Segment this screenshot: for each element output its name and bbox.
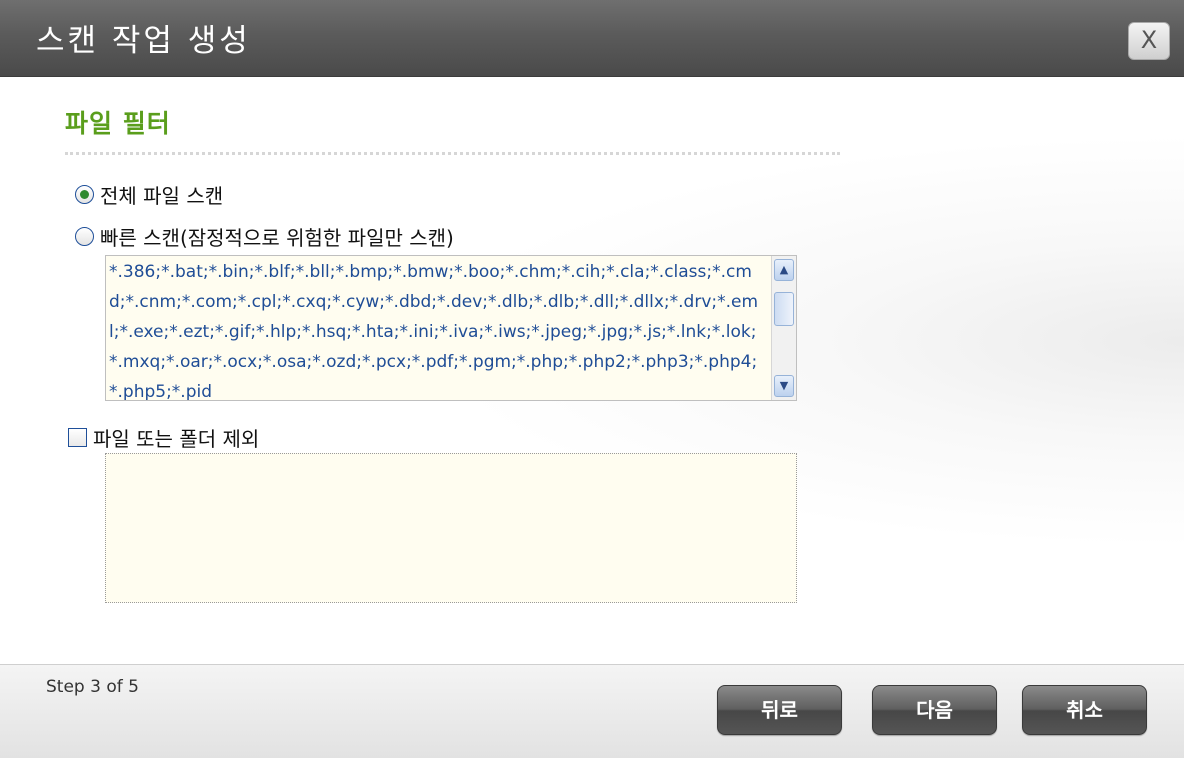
full-scan-label: 전체 파일 스캔 — [100, 184, 224, 208]
quick-scan-option[interactable]: 빠른 스캔(잠정적으로 위험한 파일만 스캔) — [75, 222, 454, 251]
step-indicator: Step 3 of 5 — [46, 677, 139, 697]
exclude-checkbox[interactable] — [68, 428, 87, 447]
section-title: 파일 필터 — [65, 109, 171, 138]
full-scan-option[interactable]: 전체 파일 스캔 — [75, 180, 223, 209]
section-divider — [65, 152, 840, 155]
extension-list-scrollbar[interactable]: ▲ ▼ — [771, 256, 796, 400]
full-scan-radio[interactable] — [75, 185, 94, 204]
dialog-footer: Step 3 of 5 뒤로 다음 취소 — [0, 664, 1184, 758]
exclude-label: 파일 또는 폴더 제외 — [93, 427, 260, 451]
cancel-button[interactable]: 취소 — [1022, 685, 1147, 735]
extension-list-text: *.386;*.bat;*.bin;*.blf;*.bll;*.bmp;*.bm… — [109, 262, 759, 401]
scroll-up-button[interactable]: ▲ — [774, 259, 794, 281]
close-icon: X — [1140, 26, 1158, 54]
create-scan-job-dialog: 스캔 작업 생성 X 파일 필터 전체 파일 스캔 빠른 스캔(잠정적으로 위험… — [0, 0, 1184, 758]
back-button[interactable]: 뒤로 — [717, 685, 842, 735]
close-button[interactable]: X — [1128, 22, 1170, 60]
scroll-down-arrow-icon: ▼ — [779, 379, 789, 392]
exclude-paths-input[interactable] — [105, 453, 797, 603]
scroll-up-arrow-icon: ▲ — [779, 263, 789, 276]
dialog-content: 파일 필터 전체 파일 스캔 빠른 스캔(잠정적으로 위험한 파일만 스캔) *… — [0, 77, 1184, 664]
quick-scan-label: 빠른 스캔(잠정적으로 위험한 파일만 스캔) — [100, 226, 454, 250]
scroll-thumb[interactable] — [774, 292, 794, 326]
quick-scan-radio[interactable] — [75, 227, 94, 246]
next-button[interactable]: 다음 — [872, 685, 997, 735]
dialog-title: 스캔 작업 생성 — [36, 23, 251, 59]
scroll-down-button[interactable]: ▼ — [774, 375, 794, 397]
title-bar: 스캔 작업 생성 X — [0, 0, 1184, 77]
exclude-option[interactable]: 파일 또는 폴더 제외 — [68, 423, 259, 452]
extension-list-box[interactable]: *.386;*.bat;*.bin;*.blf;*.bll;*.bmp;*.bm… — [105, 255, 797, 401]
